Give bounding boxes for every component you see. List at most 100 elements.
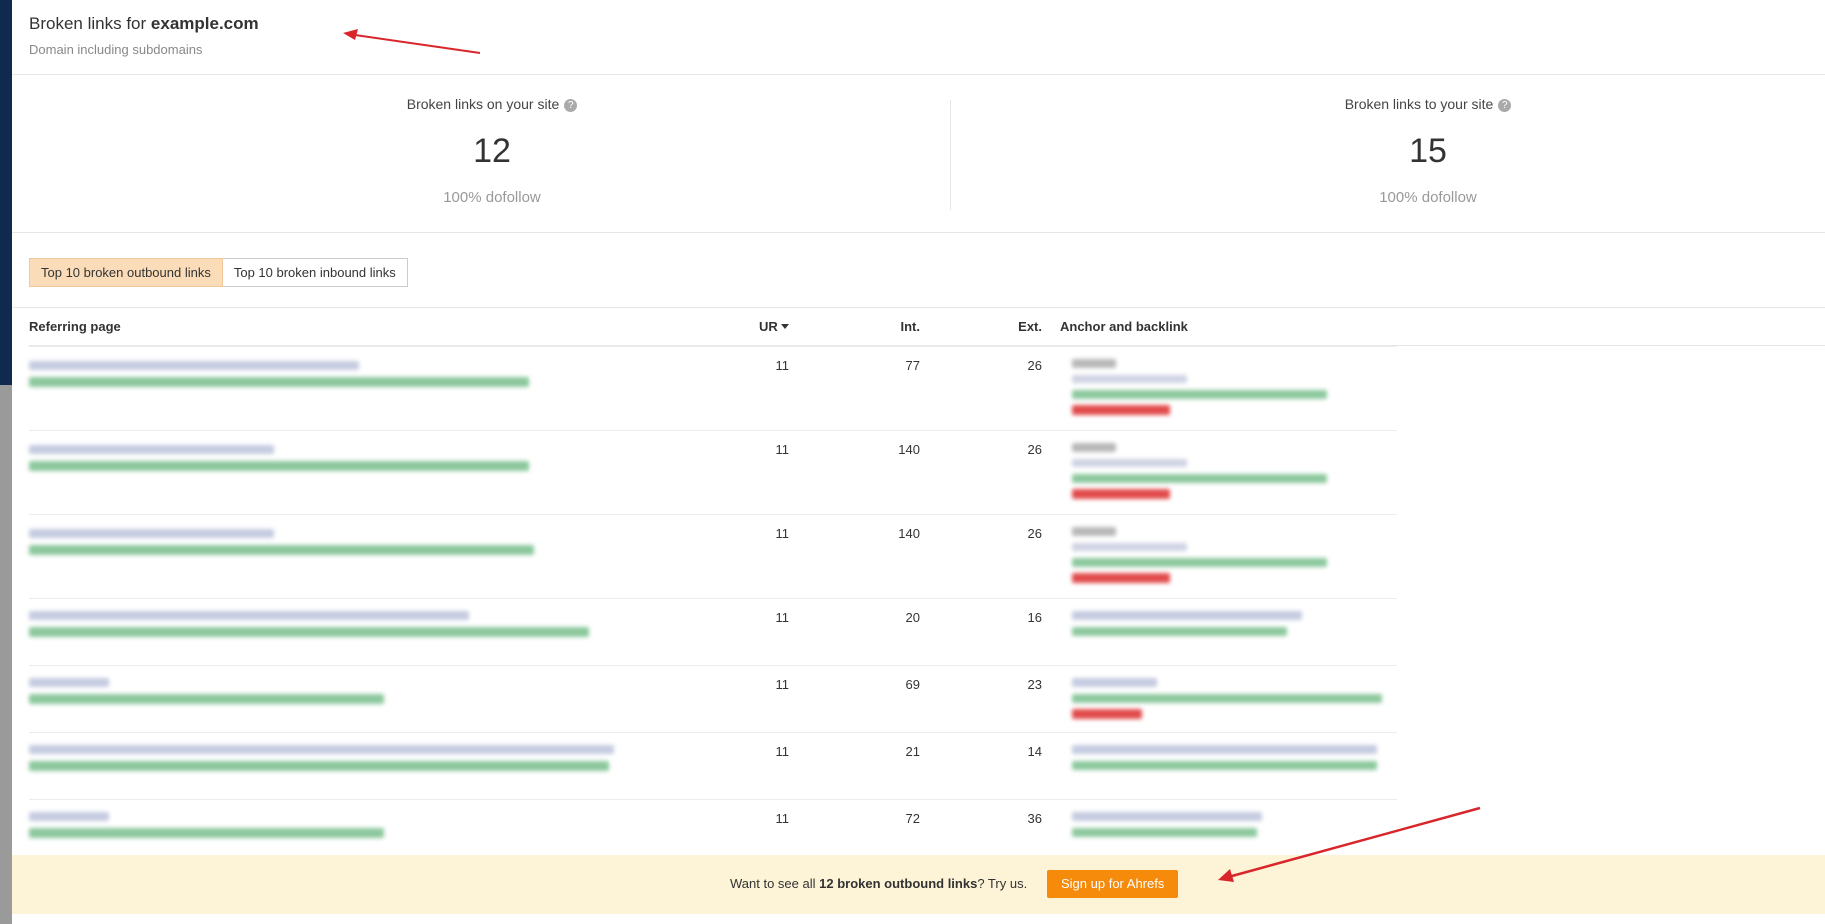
- blurred-status-badge: [1072, 573, 1170, 583]
- blurred-anchor-text: [1072, 543, 1187, 551]
- cell-ext: 36: [1027, 811, 1042, 826]
- blurred-page-url[interactable]: [29, 377, 529, 387]
- blurred-anchor-text: [1072, 375, 1187, 383]
- blurred-anchor: [1072, 359, 1116, 368]
- blurred-page-url[interactable]: [29, 545, 534, 555]
- blurred-backlink-url[interactable]: [1072, 694, 1382, 703]
- stat-label: Broken links on your site: [406, 96, 560, 112]
- blurred-backlink-url[interactable]: [1072, 627, 1287, 636]
- broken-links-panel: Broken links for example.com Domain incl…: [12, 0, 1825, 924]
- cell-ur: 11: [775, 610, 790, 625]
- blurred-anchor: [1072, 812, 1262, 821]
- divider: [12, 232, 1825, 233]
- stat-broken-to-site: Broken links to your site? 15 100% dofol…: [1158, 96, 1698, 206]
- blurred-anchor-text: [1072, 459, 1187, 467]
- blurred-backlink-url[interactable]: [1072, 828, 1257, 837]
- stat-sub: 100% dofollow: [443, 189, 541, 206]
- links-tabs: Top 10 broken outbound links Top 10 brok…: [29, 258, 408, 287]
- blurred-backlink-url[interactable]: [1072, 761, 1377, 770]
- blurred-anchor: [1072, 443, 1116, 452]
- tab-inbound[interactable]: Top 10 broken inbound links: [222, 258, 408, 287]
- page-header: Broken links for example.com Domain incl…: [29, 14, 259, 57]
- divider: [12, 74, 1825, 75]
- col-anchor-backlink: Anchor and backlink: [1060, 319, 1188, 334]
- background-edge: [0, 385, 12, 924]
- upgrade-count: 12 broken outbound links: [819, 876, 978, 891]
- help-icon[interactable]: ?: [564, 99, 578, 112]
- stat-value: 12: [473, 132, 511, 170]
- cell-ext: 26: [1027, 526, 1042, 541]
- table-row: 11 69 23: [29, 665, 1397, 732]
- cell-ext: 26: [1027, 358, 1042, 373]
- stat-label: Broken links to your site: [1344, 96, 1494, 112]
- title-domain: example.com: [150, 14, 259, 33]
- cell-ext: 14: [1027, 744, 1042, 759]
- blurred-status-badge: [1072, 405, 1170, 415]
- blurred-page-title: [29, 678, 109, 687]
- title-prefix: Broken links for: [29, 14, 147, 33]
- table-row: 11 21 14: [29, 732, 1397, 799]
- cell-ur: 11: [775, 358, 790, 373]
- help-icon[interactable]: ?: [1498, 99, 1512, 112]
- sidebar-edge: [0, 0, 12, 385]
- cell-ur: 11: [775, 811, 790, 826]
- blurred-backlink-url[interactable]: [1072, 558, 1327, 567]
- blurred-status-badge: [1072, 709, 1142, 719]
- blurred-backlink-url[interactable]: [1072, 390, 1327, 399]
- cell-ur: 11: [775, 677, 790, 692]
- page-subtitle: Domain including subdomains: [29, 42, 203, 57]
- blurred-anchor: [1072, 745, 1377, 754]
- cell-int: 21: [905, 744, 920, 759]
- tab-outbound[interactable]: Top 10 broken outbound links: [29, 258, 223, 287]
- upgrade-prefix: Want to see all: [730, 876, 816, 891]
- blurred-page-title: [29, 361, 359, 370]
- table-row: 11 140 26: [29, 514, 1397, 598]
- cell-int: 72: [905, 811, 920, 826]
- blurred-anchor: [1072, 611, 1302, 620]
- blurred-page-url[interactable]: [29, 627, 589, 637]
- stat-broken-on-site: Broken links on your site? 12 100% dofol…: [222, 96, 762, 206]
- blurred-page-title: [29, 445, 274, 454]
- stat-value: 15: [1409, 132, 1447, 170]
- blurred-status-badge: [1072, 489, 1170, 499]
- upgrade-message: Want to see all 12 broken outbound links…: [730, 876, 1027, 891]
- blurred-page-title: [29, 611, 469, 620]
- stat-sub: 100% dofollow: [1379, 189, 1477, 206]
- blurred-page-title: [29, 529, 274, 538]
- col-referring-page: Referring page: [29, 319, 121, 334]
- blurred-backlink-url[interactable]: [1072, 474, 1327, 483]
- upgrade-suffix: ? Try us.: [977, 876, 1028, 891]
- cell-ext: 23: [1027, 677, 1042, 692]
- table-row: 11 72 36: [29, 799, 1397, 859]
- cell-int: 20: [905, 610, 920, 625]
- col-ext: Ext.: [1018, 319, 1042, 334]
- table-row: 11 140 26: [29, 430, 1397, 514]
- col-ur-label: UR: [759, 319, 778, 334]
- cell-int: 77: [905, 358, 920, 373]
- blurred-page-url[interactable]: [29, 694, 384, 704]
- col-int: Int.: [900, 319, 921, 334]
- cell-ur: 11: [775, 744, 790, 759]
- divider: [12, 307, 1825, 308]
- sign-up-button[interactable]: Sign up for Ahrefs: [1047, 870, 1179, 898]
- sort-caret-icon: [780, 324, 789, 329]
- blurred-page-url[interactable]: [29, 828, 384, 838]
- upgrade-banner: Want to see all 12 broken outbound links…: [12, 855, 1825, 914]
- cell-ext: 16: [1027, 610, 1042, 625]
- blurred-anchor: [1072, 527, 1116, 536]
- cell-ur: 11: [775, 526, 790, 541]
- cell-ext: 26: [1027, 442, 1042, 457]
- blurred-page-title: [29, 812, 109, 821]
- cell-int: 140: [898, 442, 920, 457]
- blurred-page-title: [29, 745, 614, 754]
- page-title: Broken links for example.com: [29, 14, 259, 34]
- cell-int: 69: [905, 677, 920, 692]
- blurred-page-url[interactable]: [29, 461, 529, 471]
- col-ur[interactable]: UR: [759, 319, 789, 334]
- cell-int: 140: [898, 526, 920, 541]
- blurred-anchor: [1072, 678, 1157, 687]
- table-row: 11 20 16: [29, 598, 1397, 665]
- cell-ur: 11: [775, 442, 790, 457]
- table-row: 11 77 26: [29, 346, 1397, 430]
- blurred-page-url[interactable]: [29, 761, 609, 771]
